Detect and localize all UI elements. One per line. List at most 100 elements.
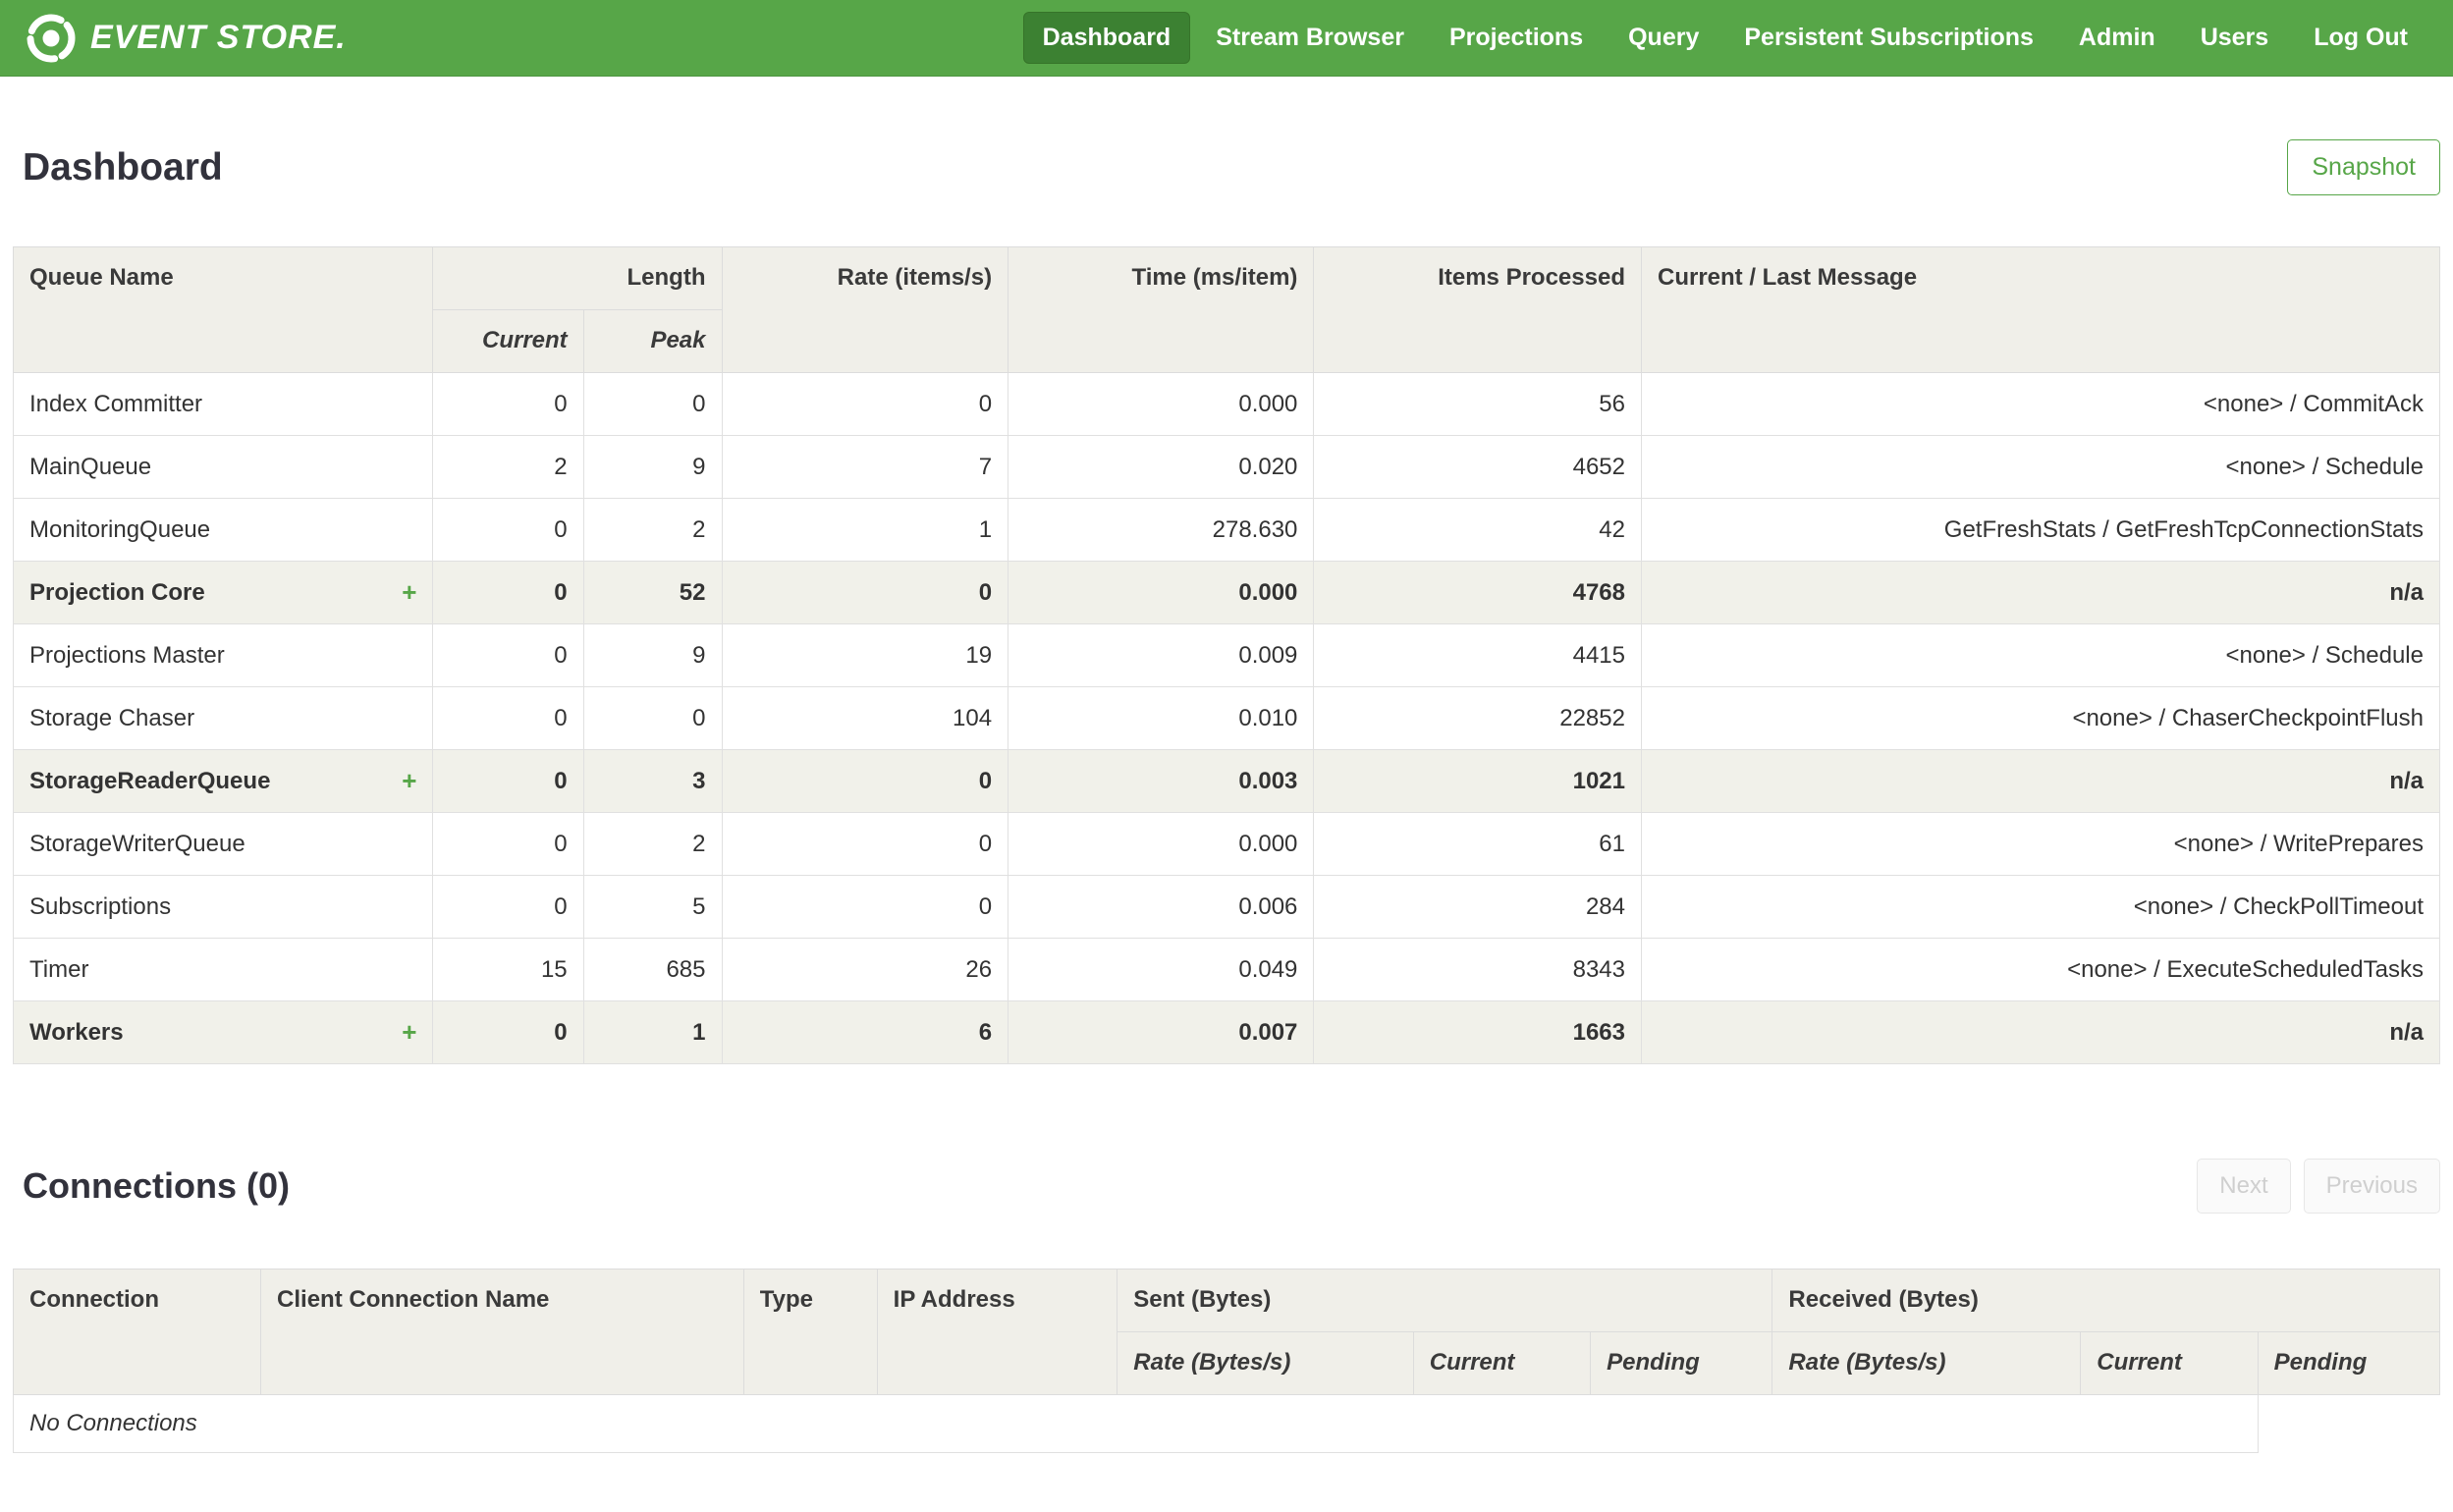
col-header-sent-rate: Rate (Bytes/s) [1117,1331,1414,1395]
col-header-received-current: Current [2080,1331,2259,1395]
connections-table-head: Connection Client Connection Name Type I… [12,1269,2441,1395]
col-header-time: Time (ms/item) [1008,246,1315,373]
page-header: Dashboard Snapshot [13,139,2440,195]
queues-table-body: Index Committer 0 0 0 0.000 56 <none> / … [12,372,2441,1064]
queue-message-cell: <none> / ChaserCheckpointFlush [1640,686,2441,750]
nav-item-persistent-subscriptions[interactable]: Persistent Subscriptions [1724,12,2053,64]
queue-name-cell: Projection Core + [12,561,434,624]
no-connections-row: No Connections [13,1394,2440,1453]
queue-name-cell: Subscriptions [12,875,434,939]
queue-time-cell: 0.000 [1008,812,1315,876]
queue-items-processed-cell: 4768 [1313,561,1642,624]
queue-length-peak-cell: 1 [582,1000,723,1064]
queue-time-cell: 0.003 [1008,749,1315,813]
col-header-items-processed: Items Processed [1313,246,1642,373]
navbar: EVENT STORE. Dashboard Stream Browser Pr… [0,0,2453,77]
col-header-received-rate: Rate (Bytes/s) [1772,1331,2082,1395]
queue-items-processed-cell: 8343 [1313,938,1642,1001]
queue-length-current-cell: 0 [432,1000,584,1064]
col-header-message: Current / Last Message [1640,246,2441,373]
queue-length-peak-cell: 52 [582,561,723,624]
queue-time-cell: 0.006 [1008,875,1315,939]
queue-length-peak-cell: 0 [582,372,723,436]
queue-name: StorageReaderQueue [29,767,271,794]
nav-item-query[interactable]: Query [1608,12,1718,64]
nav-item-users[interactable]: Users [2181,12,2289,64]
queue-name-cell: MainQueue [12,435,434,499]
queue-rate-cell: 1 [721,498,1009,562]
queue-rate-cell: 104 [721,686,1009,750]
page-content: Dashboard Snapshot Queue Name Length Rat… [0,139,2453,1512]
queue-name-cell: Workers + [12,1000,434,1064]
queue-items-processed-cell: 42 [1313,498,1642,562]
queue-message-cell: <none> / Schedule [1640,435,2441,499]
queues-table-head: Queue Name Length Rate (items/s) Time (m… [12,246,2441,373]
connections-pager: Next Previous [2197,1159,2440,1214]
queue-row: Subscriptions 0 5 0 0.006 284 <none> / C… [12,875,2441,939]
queue-rate-cell: 19 [721,623,1009,687]
queue-length-current-cell: 0 [432,686,584,750]
queue-message-cell: n/a [1640,1000,2441,1064]
queue-name: Projections Master [29,641,225,669]
queue-length-current-cell: 15 [432,938,584,1001]
queue-length-peak-cell: 0 [582,686,723,750]
queue-rate-cell: 0 [721,372,1009,436]
queue-time-cell: 0.020 [1008,435,1315,499]
queue-row: Storage Chaser 0 0 104 0.010 22852 <none… [12,686,2441,750]
queue-items-processed-cell: 4652 [1313,435,1642,499]
queue-length-current-cell: 0 [432,561,584,624]
connections-title: Connections (0) [23,1165,291,1206]
nav-item-stream-browser[interactable]: Stream Browser [1196,12,1424,64]
queue-length-peak-cell: 2 [582,498,723,562]
queue-row: Projections Master 0 9 19 0.009 4415 <no… [12,623,2441,687]
queue-name: StorageWriterQueue [29,830,245,857]
brand-link[interactable]: EVENT STORE. [26,13,347,64]
expand-plus-icon[interactable]: + [402,766,416,796]
previous-button[interactable]: Previous [2303,1159,2440,1214]
queue-row[interactable]: Workers + 0 1 6 0.007 1663 n/a [12,1000,2441,1064]
brand-text: EVENT STORE. [90,19,347,56]
queue-message-cell: <none> / CheckPollTimeout [1640,875,2441,939]
queue-length-peak-cell: 685 [582,938,723,1001]
queue-name-cell: MonitoringQueue [12,498,434,562]
queues-table: Queue Name Length Rate (items/s) Time (m… [12,246,2441,1064]
queue-length-current-cell: 0 [432,812,584,876]
queue-name-cell: Storage Chaser [12,686,434,750]
queue-message-cell: n/a [1640,561,2441,624]
queue-items-processed-cell: 1663 [1313,1000,1642,1064]
queue-row[interactable]: Projection Core + 0 52 0 0.000 4768 n/a [12,561,2441,624]
queue-items-processed-cell: 22852 [1313,686,1642,750]
nav-item-admin[interactable]: Admin [2059,12,2175,64]
queue-items-processed-cell: 1021 [1313,749,1642,813]
col-header-ip-address: IP Address [876,1269,1118,1395]
queue-message-cell: <none> / WritePrepares [1640,812,2441,876]
queue-name-cell: StorageReaderQueue + [12,749,434,813]
queue-time-cell: 0.010 [1008,686,1315,750]
col-header-length-peak: Peak [582,309,723,373]
col-header-queue-name: Queue Name [12,246,434,373]
col-header-connection: Connection [12,1269,262,1395]
queue-message-cell: GetFreshStats / GetFreshTcpConnectionSta… [1640,498,2441,562]
expand-plus-icon[interactable]: + [402,1017,416,1048]
nav-item-dashboard[interactable]: Dashboard [1022,12,1191,64]
col-header-length-current: Current [432,309,584,373]
queue-message-cell: n/a [1640,749,2441,813]
queue-time-cell: 0.000 [1008,561,1315,624]
page-title: Dashboard [23,145,223,189]
nav-item-logout[interactable]: Log Out [2294,12,2427,64]
queue-items-processed-cell: 4415 [1313,623,1642,687]
queue-rate-cell: 0 [721,812,1009,876]
next-button[interactable]: Next [2197,1159,2291,1214]
queue-row[interactable]: StorageReaderQueue + 0 3 0 0.003 1021 n/… [12,749,2441,813]
queue-length-current-cell: 0 [432,623,584,687]
expand-plus-icon[interactable]: + [402,577,416,608]
queue-name: Index Committer [29,390,203,417]
queue-time-cell: 0.000 [1008,372,1315,436]
queue-time-cell: 0.009 [1008,623,1315,687]
nav-item-projections[interactable]: Projections [1430,12,1603,64]
snapshot-button[interactable]: Snapshot [2287,139,2440,195]
col-header-sent-current: Current [1412,1331,1592,1395]
queue-name-cell: Index Committer [12,372,434,436]
col-header-received-bytes: Received (Bytes) [1772,1269,2440,1332]
queue-length-peak-cell: 5 [582,875,723,939]
